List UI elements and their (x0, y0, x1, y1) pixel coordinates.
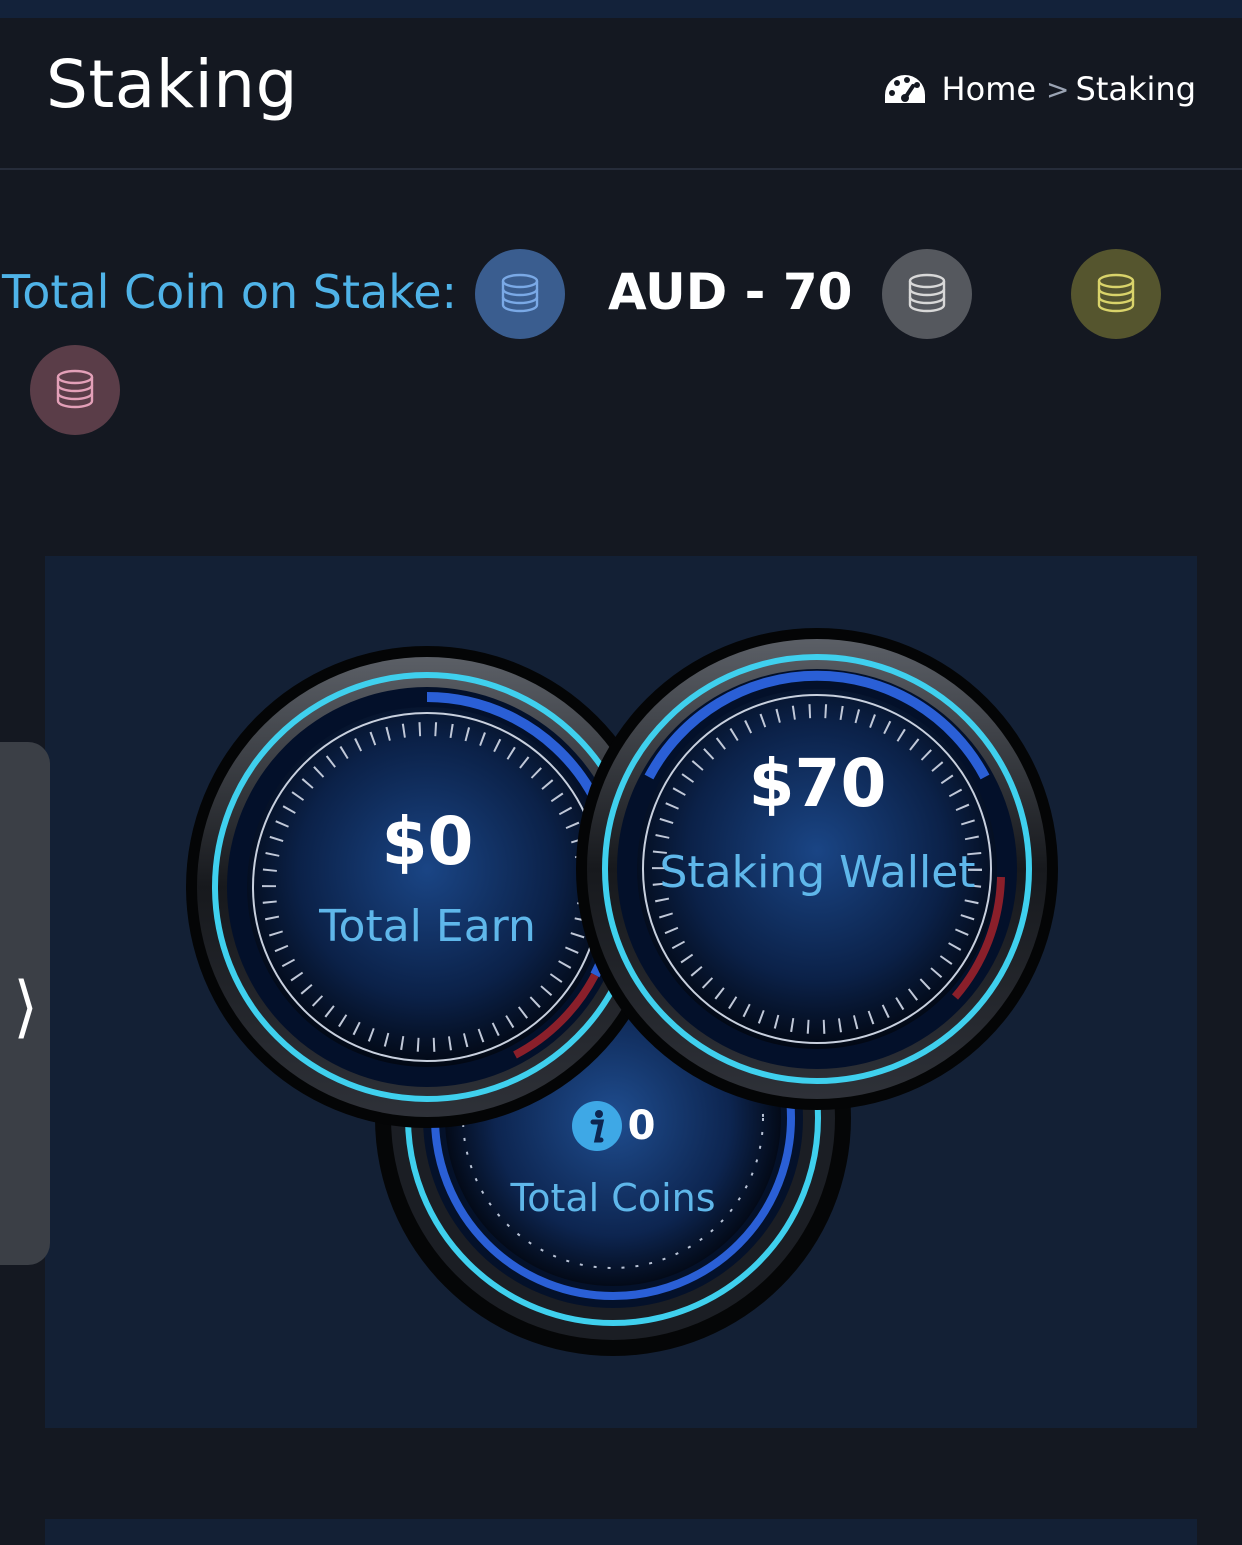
dashboard-icon (884, 75, 925, 103)
page-title: Staking (46, 46, 298, 123)
staking-wallet-gauge: $70 Staking Wallet (575, 627, 1060, 1112)
coin-stack-icon[interactable] (30, 345, 120, 435)
breadcrumb: Home > Staking (882, 70, 1196, 108)
coin-stack-icon[interactable] (475, 249, 565, 339)
coin-stack-icon[interactable] (1071, 249, 1161, 339)
staking-wallet-value: $70 (748, 745, 887, 822)
breadcrumb-current: Staking (1075, 70, 1196, 108)
sidebar-toggle[interactable]: ❭ (0, 742, 50, 1265)
total-coins-label: Total Coins (510, 1176, 716, 1220)
coin-stack-icon[interactable] (882, 249, 972, 339)
staking-wallet-label: Staking Wallet (659, 847, 976, 898)
page-header: Staking Home > Staking (0, 18, 1242, 170)
breadcrumb-home-link[interactable]: Home (942, 70, 1037, 108)
next-panel (45, 1519, 1197, 1545)
stake-amount: AUD - 70 (608, 263, 853, 321)
stake-label: Total Coin on Stake: (2, 265, 458, 319)
chevron-right-icon: ❭ (9, 968, 41, 1039)
stake-summary: Total Coin on Stake: AUD - 70 (0, 245, 1242, 445)
breadcrumb-separator: > (1046, 72, 1070, 106)
top-strip (0, 0, 1242, 18)
